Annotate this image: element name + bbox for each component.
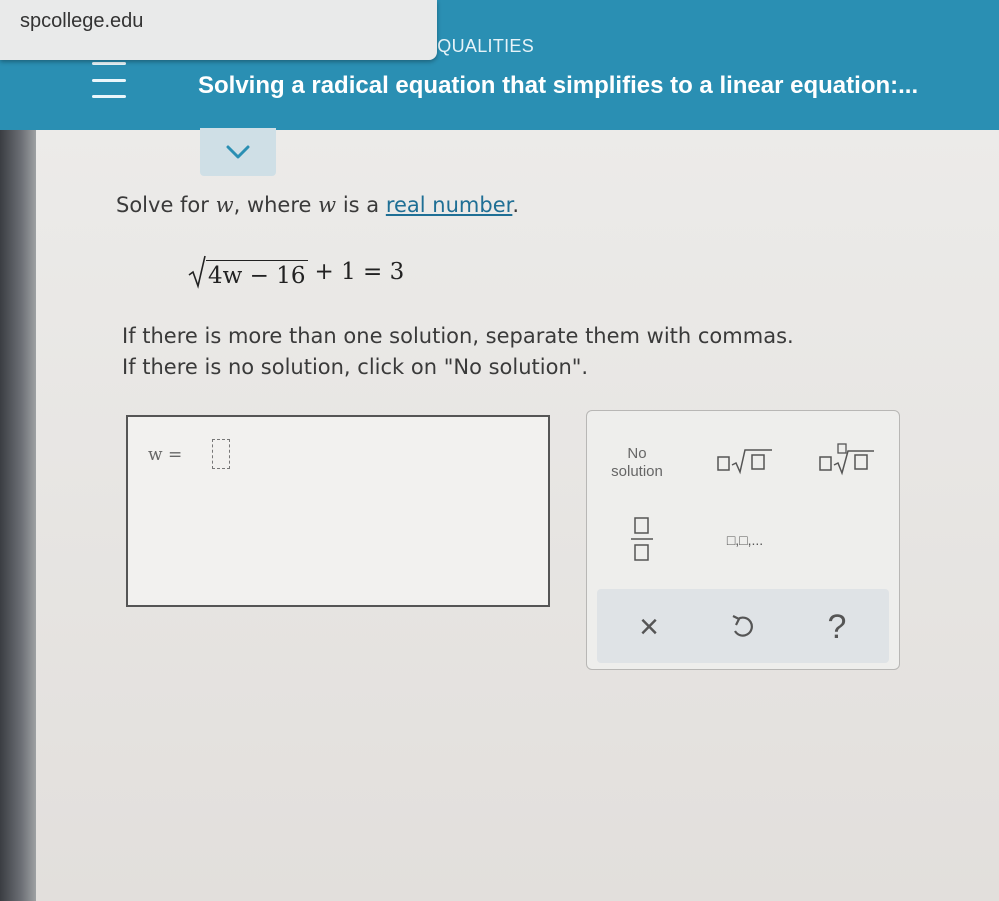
browser-url-bar[interactable]: spcollege.edu (0, 0, 437, 60)
no-solution-line-2: solution (611, 463, 663, 480)
note-line-1: If there is more than one solution, sepa… (122, 324, 794, 348)
no-solution-line-1: No (627, 445, 647, 462)
note-line-2: If there is no solution, click on "No so… (122, 355, 589, 379)
collapse-toggle-button[interactable] (200, 128, 276, 176)
hamburger-menu-icon[interactable] (92, 62, 126, 98)
page-title: Solving a radical equation that simplifi… (198, 72, 919, 99)
answer-area[interactable]: w = (126, 415, 550, 607)
variable-w-2: w (318, 193, 337, 217)
instruction-middle: , where (233, 193, 312, 217)
instruction-middle-2: is a (342, 193, 380, 217)
fraction-button[interactable] (617, 511, 667, 567)
instruction-prefix: Solve for (116, 193, 209, 217)
fraction-template-icon (631, 517, 653, 561)
nth-root-template-icon (819, 443, 874, 476)
keypad-footer: × ? (597, 589, 889, 663)
variable-w: w (215, 193, 234, 217)
answer-input[interactable] (212, 439, 230, 469)
nth-root-button[interactable] (811, 437, 881, 481)
answer-label: w = (148, 445, 183, 465)
help-button[interactable]: ? (815, 605, 859, 649)
list-button[interactable]: □,□,... (705, 523, 785, 557)
math-keypad: No solution □,□,... × ? (586, 410, 900, 670)
list-button-label: □,□,... (726, 532, 764, 548)
radical-sign-icon (188, 255, 206, 289)
square-root: 4w − 16 (188, 255, 309, 289)
section-label: EQUALITIES (425, 36, 535, 56)
chevron-down-icon (226, 145, 250, 159)
square-root-button[interactable] (709, 441, 779, 481)
monitor-bezel (0, 0, 36, 901)
radicand: 4w − 16 (206, 260, 309, 289)
url-text: spcollege.edu (20, 10, 144, 32)
square-root-template-icon (717, 449, 772, 475)
real-number-link[interactable]: real number (386, 193, 513, 217)
undo-icon (732, 615, 753, 637)
problem-instruction: Solve for w, where w is a real number. (116, 193, 519, 217)
equation-rest: + 1 = 3 (314, 259, 405, 285)
no-solution-button[interactable]: No solution (601, 441, 673, 485)
instruction-suffix: . (512, 193, 520, 217)
clear-icon: × (639, 607, 659, 646)
instruction-note: If there is more than one solution, sepa… (122, 321, 794, 383)
radical-equation: 4w − 16 + 1 = 3 (188, 255, 404, 289)
help-icon: ? (827, 607, 847, 646)
undo-button[interactable] (721, 605, 765, 649)
clear-button[interactable]: × (627, 605, 671, 649)
